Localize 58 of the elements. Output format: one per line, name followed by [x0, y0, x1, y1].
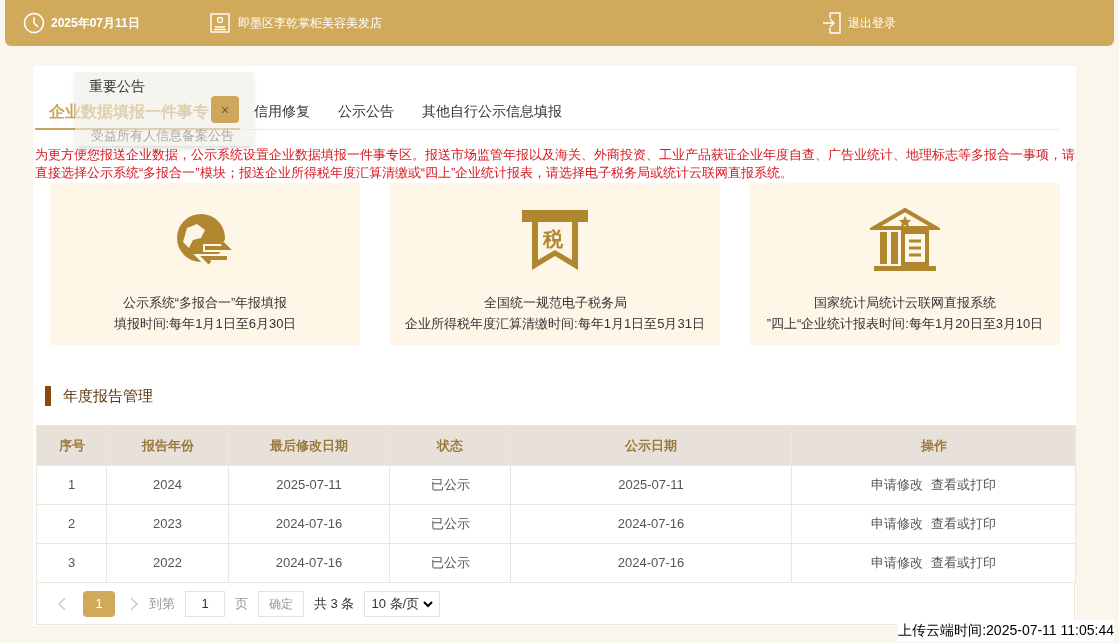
- action-link[interactable]: 申请修改: [871, 477, 923, 493]
- page-unit: 页: [235, 594, 248, 613]
- notice-text: 为更方便您报送企业数据，公示系统设置企业数据填报一件事专区。报送市场监管年报以及海关、外商投资、工业产品获证企业年度自查、广告业统计、地理标志等多报合一事项，请直接选择公示系统“多报合一”模块；报送企业所得税年度汇算清缴或“四上”企业统计报表，请选择电子税务局或统计云联网直报系统。: [35, 146, 1075, 182]
- section-title: 年度报告管理: [63, 385, 153, 406]
- table-cell: 已公示: [389, 465, 511, 505]
- service-card[interactable]: 税 全国统一规范电子税务局 企业所得税年度汇算清缴时间:每年1月1日至5月31日: [390, 183, 720, 345]
- card-time: 填报时间:每年1月1日至6月30日: [113, 314, 297, 333]
- table-cell: 2024-07-16: [510, 543, 792, 583]
- card-time: ”四上“企业统计报表时间:每年1月20日至3月10日: [766, 314, 1044, 333]
- column-header: 最后修改日期: [228, 425, 390, 466]
- table-cell: 2023: [106, 504, 229, 544]
- table-cell: 2024-07-16: [228, 504, 390, 544]
- shop-name: 即墨区李乾掌柜美容美发店: [237, 15, 382, 32]
- tab[interactable]: 信用修复: [240, 100, 324, 130]
- id-card-icon: [209, 13, 230, 33]
- card-title: 全国统一规范电子税务局: [483, 294, 627, 312]
- tab[interactable]: 公示公告: [324, 100, 408, 130]
- clock-icon: [23, 12, 45, 34]
- bank-building-icon: [870, 208, 940, 272]
- column-header: 公示日期: [510, 425, 792, 466]
- column-header: 操作: [791, 425, 1076, 466]
- table-cell: 2022: [106, 543, 229, 583]
- card-time: 企业所得税年度汇算清缴时间:每年1月1日至5月31日: [405, 314, 705, 333]
- logout-icon: [822, 12, 842, 34]
- action-link[interactable]: 申请修改: [871, 516, 923, 532]
- table-cell: 2: [36, 504, 107, 544]
- column-header: 报告年份: [106, 425, 229, 466]
- action-link[interactable]: 申请修改: [871, 555, 923, 571]
- card-title: 公示系统“多报合一”年报填报: [122, 294, 288, 312]
- total-count: 共 3 条: [314, 594, 355, 613]
- column-header: 序号: [36, 425, 107, 466]
- table-cell: 3: [36, 543, 107, 583]
- table-cell: 已公示: [389, 504, 511, 544]
- caret-icon: [423, 599, 434, 608]
- action-link[interactable]: 查看或打印: [931, 477, 996, 493]
- table-cell: 2024-07-16: [228, 543, 390, 583]
- page-size-select[interactable]: 10 条/页: [364, 590, 441, 617]
- table-cell: 2025-07-11: [510, 465, 792, 505]
- column-header: 状态: [389, 425, 511, 466]
- popup-title: 重要公告: [89, 77, 145, 95]
- table-cell: 2024: [106, 465, 229, 505]
- action-link[interactable]: 查看或打印: [931, 555, 996, 571]
- table-cell: 1: [36, 465, 107, 505]
- upload-time: 上传云端时间:2025-07-11 11:05:44: [898, 620, 1114, 641]
- service-card[interactable]: 公示系统“多报合一”年报填报 填报时间:每年1月1日至6月30日: [50, 183, 360, 345]
- section-marker: [45, 386, 51, 406]
- service-card[interactable]: 国家统计局统计云联网直报系统 ”四上“企业统计报表时间:每年1月20日至3月10日: [750, 183, 1060, 345]
- date-text: 2025年07月11日: [51, 15, 140, 32]
- action-link[interactable]: 查看或打印: [931, 516, 996, 532]
- goto-label: 到第: [149, 594, 175, 613]
- next-page-icon[interactable]: [129, 596, 139, 611]
- previous-page-icon[interactable]: [57, 596, 67, 611]
- table-cell: 2024-07-16: [510, 504, 792, 544]
- tab[interactable]: 其他自行公示信息填报: [408, 100, 576, 130]
- card-title: 国家统计局统计云联网直报系统: [814, 294, 996, 312]
- page-input[interactable]: 1: [185, 590, 225, 617]
- table-cell: 2025-07-11: [228, 465, 390, 505]
- table-cell: 已公示: [389, 543, 511, 583]
